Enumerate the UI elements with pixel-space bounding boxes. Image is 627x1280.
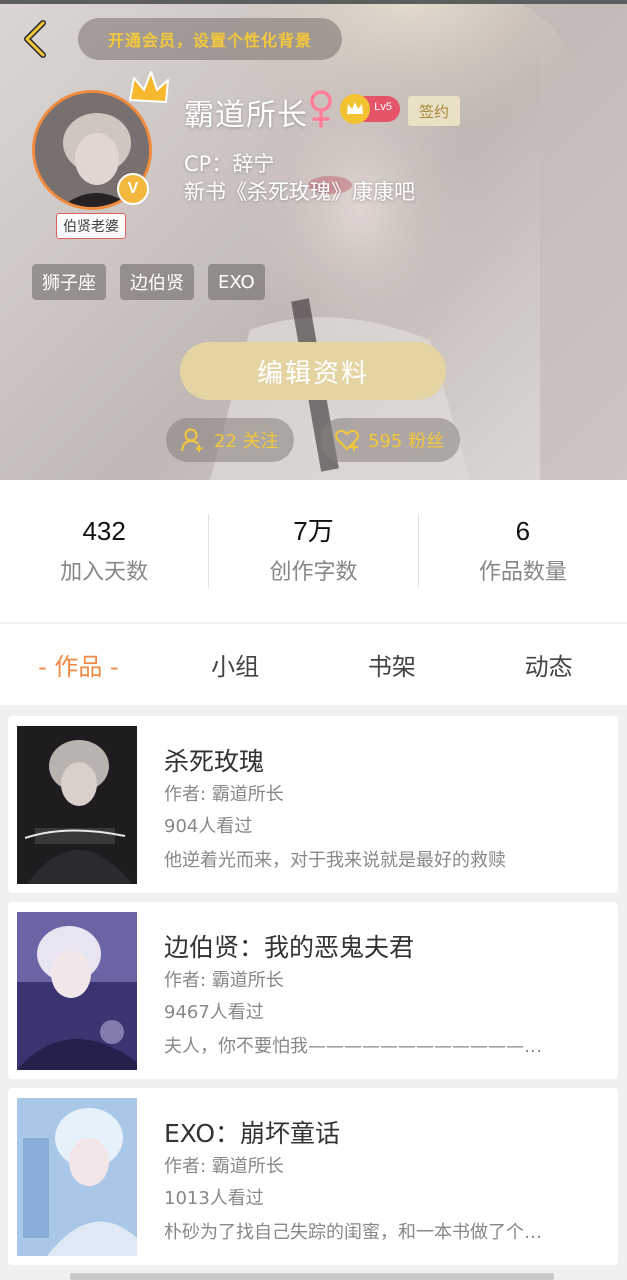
vip-background-prompt[interactable]: 开通会员，设置个性化背景 [78,18,342,60]
edit-profile-button[interactable]: 编辑资料 [180,342,446,400]
work-title: 杀死玫瑰 [164,747,265,776]
female-icon [310,90,332,128]
stat-value: 6 [515,516,531,546]
back-button[interactable] [14,16,54,62]
stat-value: 7万 [293,516,334,546]
stat-value: 432 [82,516,126,546]
heart-plus-icon [335,429,359,451]
level-crown-icon [340,94,370,124]
tag-list: 狮子座 边伯贤 EXO [32,264,265,300]
verified-badge: V [117,173,149,205]
work-title: EXO：崩坏童话 [164,1119,341,1148]
avatar-caption: 伯贤老婆 [56,213,126,239]
work-description: 朴砂为了找自己失踪的闺蜜，和一本书做了个… [164,1222,542,1243]
tag-item[interactable]: 狮子座 [32,264,106,300]
level-text: Lv5 [374,101,392,113]
work-views: 9467人看过 [164,1002,264,1023]
stat-works: 6 作品数量 [417,514,627,588]
tag-item[interactable]: 边伯贤 [120,264,194,300]
fans-count: 595 粉丝 [368,431,445,452]
signed-badge: 签约 [408,96,460,126]
work-card[interactable]: 边伯贤：我的恶鬼夫君 作者: 霸道所长 9467人看过 夫人，你不要怕我————… [8,902,618,1079]
work-description: 夫人，你不要怕我————————————… [164,1036,542,1057]
next-card-edge [70,1273,554,1280]
bio-line-cp: CP：辞宁 [184,152,275,176]
tab-activity[interactable]: 动态 [470,647,627,682]
work-views: 1013人看过 [164,1188,264,1209]
book-cover [17,1098,137,1256]
tab-bookshelf[interactable]: 书架 [314,647,471,682]
tab-groups[interactable]: 小组 [157,647,314,682]
crown-icon [129,71,169,103]
work-card[interactable]: 杀死玫瑰 作者: 霸道所长 904人看过 他逆着光而来，对于我来说就是最好的救赎 [8,716,618,893]
profile-tabs: - 作品 - 小组 书架 动态 [0,623,627,705]
works-list: 杀死玫瑰 作者: 霸道所长 904人看过 他逆着光而来，对于我来说就是最好的救赎… [0,705,627,1280]
work-card[interactable]: EXO：崩坏童话 作者: 霸道所长 1013人看过 朴砂为了找自己失踪的闺蜜，和… [8,1088,618,1265]
stat-label: 作品数量 [478,560,567,585]
book-cover [17,912,137,1070]
stat-days: 432 加入天数 [0,514,208,588]
stat-label: 加入天数 [60,560,149,585]
stats-bar: 432 加入天数 7万 创作字数 6 作品数量 [0,480,627,622]
bio-line-newbook: 新书《杀死玫瑰》康康吧 [184,180,415,204]
profile-header: 开通会员，设置个性化背景 V 伯贤老婆 霸道所长 Lv5 签约 CP：辞宁 新书… [0,0,627,480]
fans-button[interactable]: 595 粉丝 [320,418,460,462]
tag-item[interactable]: EXO [208,264,265,300]
work-title: 边伯贤：我的恶鬼夫君 [164,933,415,962]
level-badge: Lv5 [340,94,400,124]
work-author: 作者: 霸道所长 [164,1156,284,1177]
stat-label: 创作字数 [269,560,358,585]
work-description: 他逆着光而来，对于我来说就是最好的救赎 [164,850,506,871]
tab-works[interactable]: - 作品 - [0,647,157,682]
work-author: 作者: 霸道所长 [164,970,284,991]
user-plus-icon [181,428,203,452]
book-cover [17,726,137,884]
work-author: 作者: 霸道所长 [164,784,284,805]
stat-words: 7万 创作字数 [208,514,417,588]
following-button[interactable]: 22 关注 [166,418,294,462]
following-count: 22 关注 [214,431,279,452]
work-views: 904人看过 [164,816,253,837]
username: 霸道所长 [184,98,308,133]
chevron-left-icon [24,20,46,58]
